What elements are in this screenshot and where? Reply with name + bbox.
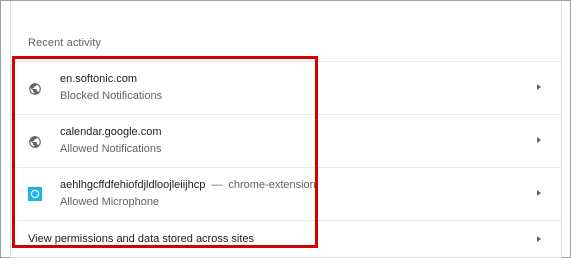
separator: — [211,179,223,191]
activity-row-softonic[interactable]: en.softonic.com Blocked Notifications [11,61,561,114]
globe-icon [28,82,42,96]
chevron-right-icon [537,84,541,90]
section-title: Recent activity [28,37,102,49]
view-permissions-row[interactable]: View permissions and data stored across … [11,220,561,258]
site-name: calendar.google.com [60,126,162,138]
site-source: chrome-extension [228,179,316,191]
globe-icon [28,135,42,149]
chevron-right-icon [537,137,541,143]
permission-status: Allowed Notifications [60,143,162,155]
site-name: en.softonic.com [60,73,138,85]
activity-row-extension[interactable]: aehlhgcffdfehiofdjldloojleiijhcp — chrome-… [11,167,561,220]
chevron-right-icon [537,190,541,196]
activity-row-calendar[interactable]: calendar.google.com Allowed Notification… [11,114,561,167]
site-name: aehlhgcffdfehiofdjldloojleiijhcp — chrome-… [60,179,316,191]
extension-id: aehlhgcffdfehiofdjldloojleiijhcp [60,179,206,191]
screenshot-frame: Recent activity en.softonic.com Blocked … [0,0,571,258]
extension-icon [28,187,42,201]
view-permissions-link[interactable]: View permissions and data stored across … [28,233,254,245]
recent-activity-card: Recent activity en.softonic.com Blocked … [10,1,562,258]
permission-status: Allowed Microphone [60,196,160,208]
chevron-right-icon [537,236,541,242]
permission-status: Blocked Notifications [60,90,163,102]
